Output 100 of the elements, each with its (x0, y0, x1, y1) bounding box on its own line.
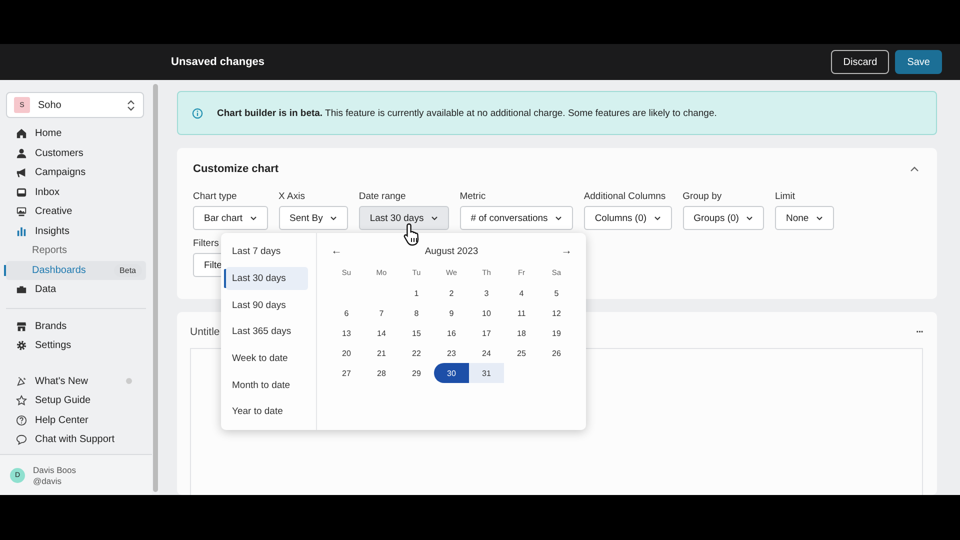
calendar-day[interactable]: 9 (434, 303, 469, 323)
calendar-day[interactable]: 17 (469, 323, 504, 343)
calendar-day[interactable]: 20 (329, 343, 364, 363)
field-label: Date range (358, 191, 407, 202)
calendar-day[interactable]: 8 (399, 303, 434, 323)
info-icon (192, 108, 203, 118)
filter-button[interactable]: Filte (193, 253, 222, 277)
calendar-day[interactable]: 26 (539, 343, 574, 363)
calendar-day[interactable]: 5 (539, 283, 574, 303)
nav-item[interactable]: Insights (6, 222, 146, 241)
field-label: Filters (193, 238, 219, 249)
nav-item[interactable]: Dashboards Beta (6, 260, 146, 280)
nav-item[interactable]: Help Center (6, 410, 144, 430)
chat-icon (16, 434, 27, 446)
more-menu-button[interactable]: ··· (916, 326, 923, 338)
store-icon (16, 320, 27, 332)
chevron-down-icon (654, 216, 661, 220)
field-label: Additional Columns (584, 191, 667, 202)
calendar-day[interactable]: 7 (364, 303, 399, 323)
nav-item[interactable]: Setup Guide (6, 391, 144, 410)
dropdown-button[interactable]: None (774, 206, 834, 230)
calendar-day[interactable]: 11 (504, 303, 539, 323)
chevron-up-icon[interactable] (910, 166, 919, 172)
calendar-day[interactable]: 22 (399, 343, 434, 363)
discard-button[interactable]: Discard (831, 50, 890, 74)
nav-item[interactable]: What's New (6, 372, 144, 391)
nav-item[interactable]: Home (6, 124, 146, 144)
calendar-day[interactable]: 16 (434, 323, 469, 343)
nav-item[interactable]: Creative (6, 202, 146, 222)
calendar-day[interactable]: 23 (434, 343, 469, 363)
image-icon (16, 206, 27, 218)
calendar-day[interactable]: 6 (329, 303, 364, 323)
next-month-button[interactable]: → (558, 245, 574, 257)
preset-option[interactable]: Last 30 days (226, 266, 308, 290)
calendar-day[interactable]: 24 (469, 343, 504, 363)
card-title: Customize chart (193, 162, 279, 174)
calendar-day[interactable]: 21 (364, 343, 399, 363)
calendar-day[interactable]: 10 (469, 303, 504, 323)
field-label: Chart type (193, 191, 238, 202)
dropdown-button[interactable]: # of conversations (460, 206, 573, 230)
nav-item[interactable]: Inbox (6, 182, 146, 202)
field-label: Group by (682, 191, 723, 202)
preset-option[interactable]: Year to date (226, 400, 308, 424)
dropdown-button[interactable]: Sent By (278, 206, 348, 230)
save-button[interactable]: Save (895, 50, 942, 74)
preset-option[interactable]: Last 7 days (226, 240, 308, 264)
calendar-day[interactable]: 2 (434, 283, 469, 303)
previous-month-button[interactable]: ← (329, 245, 344, 257)
month-title: August 2023 (424, 246, 478, 256)
calendar-day[interactable]: 14 (364, 323, 399, 343)
chevron-down-icon (430, 216, 438, 220)
calendar-day[interactable]: 13 (329, 323, 364, 343)
nav-item[interactable]: Settings (6, 336, 144, 356)
chevron-down-icon (816, 216, 823, 220)
scrollbar[interactable] (153, 84, 158, 492)
user-handle: @davis (33, 476, 62, 486)
banner-message: Chart builder is in beta. This feature is currently available at no additional charge. Some features are likely to change. (217, 108, 717, 118)
calendar-day[interactable]: 29 (399, 363, 434, 383)
workspace-name: Soho (38, 100, 62, 110)
calendar-day[interactable]: 28 (364, 363, 399, 383)
bar-chart-icon (16, 226, 27, 237)
field-label: Metric (460, 191, 487, 202)
field-label: X Axis (278, 191, 306, 202)
home-icon (16, 128, 27, 140)
megaphone-icon (16, 167, 27, 178)
nav-item[interactable]: Reports (6, 241, 146, 260)
chevron-updown-icon (127, 100, 135, 110)
calendar-day[interactable]: 31 (469, 363, 504, 383)
help-icon (16, 414, 27, 426)
dropdown-button[interactable]: Bar chart (193, 206, 268, 230)
dropdown-button[interactable]: Last 30 days (358, 206, 449, 230)
chevron-down-icon (554, 216, 562, 220)
calendar-day[interactable]: 30 (434, 363, 469, 383)
dropdown-button[interactable]: Groups (0) (682, 206, 764, 230)
nav-item[interactable]: Chat with Support (6, 430, 144, 450)
nav-item[interactable]: Customers (6, 144, 146, 163)
inbox-icon (16, 186, 27, 198)
dropdown-button[interactable]: Columns (0) (584, 206, 672, 230)
preset-option[interactable]: Month to date (226, 373, 308, 397)
calendar-day[interactable]: 19 (539, 323, 574, 343)
nav-item[interactable]: Brands (6, 316, 144, 336)
star-icon (16, 395, 27, 406)
preset-option[interactable]: Last 365 days (226, 320, 308, 344)
calendar-day[interactable]: 27 (329, 363, 364, 383)
page-title: Unsaved changes (171, 56, 266, 68)
nav-item[interactable]: Campaigns (6, 163, 146, 182)
calendar-day[interactable]: 25 (504, 343, 539, 363)
preset-option[interactable]: Last 90 days (226, 293, 308, 317)
preset-option[interactable]: Week to date (226, 346, 308, 370)
calendar-day[interactable]: 4 (504, 283, 539, 303)
nav-item[interactable]: Data (6, 280, 146, 300)
field-label: Limit (774, 191, 796, 202)
sparkle-icon (16, 376, 27, 387)
chevron-down-icon (746, 216, 753, 220)
calendar-day[interactable]: 15 (399, 323, 434, 343)
calendar-day[interactable]: 3 (469, 283, 504, 303)
calendar-day[interactable]: 1 (399, 283, 434, 303)
calendar-day[interactable]: 18 (504, 323, 539, 343)
chart-title: Untitle (190, 326, 220, 338)
calendar-day[interactable]: 12 (539, 303, 574, 323)
